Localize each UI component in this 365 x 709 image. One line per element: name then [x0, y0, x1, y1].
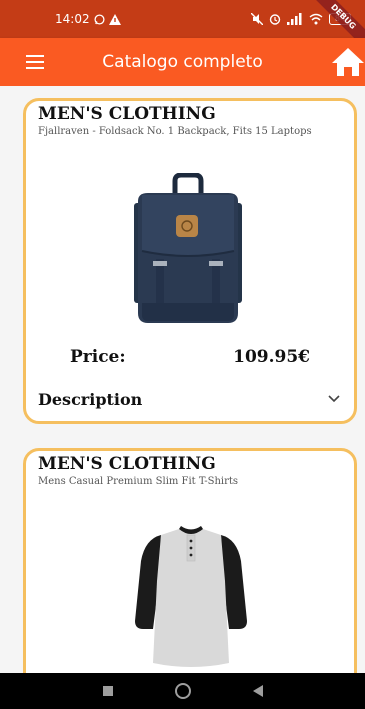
circle-icon	[174, 683, 191, 699]
price-label: Price:	[70, 347, 126, 367]
status-bar: 14:02 84 DEBUG	[0, 0, 365, 51]
price-value: 109.95€	[233, 347, 310, 367]
square-icon	[102, 686, 113, 696]
whatsapp-icon	[94, 13, 105, 25]
alarm-icon	[269, 14, 281, 25]
page-title: Catalogo completo	[102, 52, 263, 72]
product-category: MEN'S CLOTHING	[38, 104, 216, 124]
app-bar: Catalogo completo	[0, 38, 365, 86]
chevron-down-icon	[328, 395, 340, 403]
signal-icon	[287, 13, 302, 25]
product-card[interactable]: MEN'S CLOTHING Fjallraven - Foldsack No.…	[23, 98, 357, 424]
description-label: Description	[38, 389, 143, 409]
product-category: MEN'S CLOTHING	[38, 454, 216, 474]
wifi-icon	[309, 13, 323, 25]
recents-button[interactable]	[93, 676, 123, 706]
home-icon	[332, 48, 364, 76]
home-button[interactable]	[331, 46, 365, 78]
menu-icon	[26, 55, 44, 57]
product-title: Mens Casual Premium Slim Fit T-Shirts	[38, 476, 239, 487]
product-card[interactable]: MEN'S CLOTHING Mens Casual Premium Slim …	[23, 448, 357, 673]
product-title: Fjallraven - Foldsack No. 1 Backpack, Fi…	[38, 126, 312, 137]
tshirt-image	[135, 526, 247, 667]
mute-icon	[251, 13, 263, 25]
back-button[interactable]	[243, 676, 273, 706]
home-nav-button[interactable]	[168, 676, 198, 706]
catalog-list[interactable]: MEN'S CLOTHING Fjallraven - Foldsack No.…	[0, 86, 365, 673]
system-nav-bar	[0, 673, 365, 709]
back-triangle-icon	[252, 685, 263, 697]
menu-button[interactable]	[26, 55, 44, 69]
description-expander[interactable]: Description	[26, 384, 354, 414]
status-time: 14:02	[55, 12, 90, 26]
backpack-image	[134, 173, 242, 323]
warning-icon	[108, 13, 121, 25]
